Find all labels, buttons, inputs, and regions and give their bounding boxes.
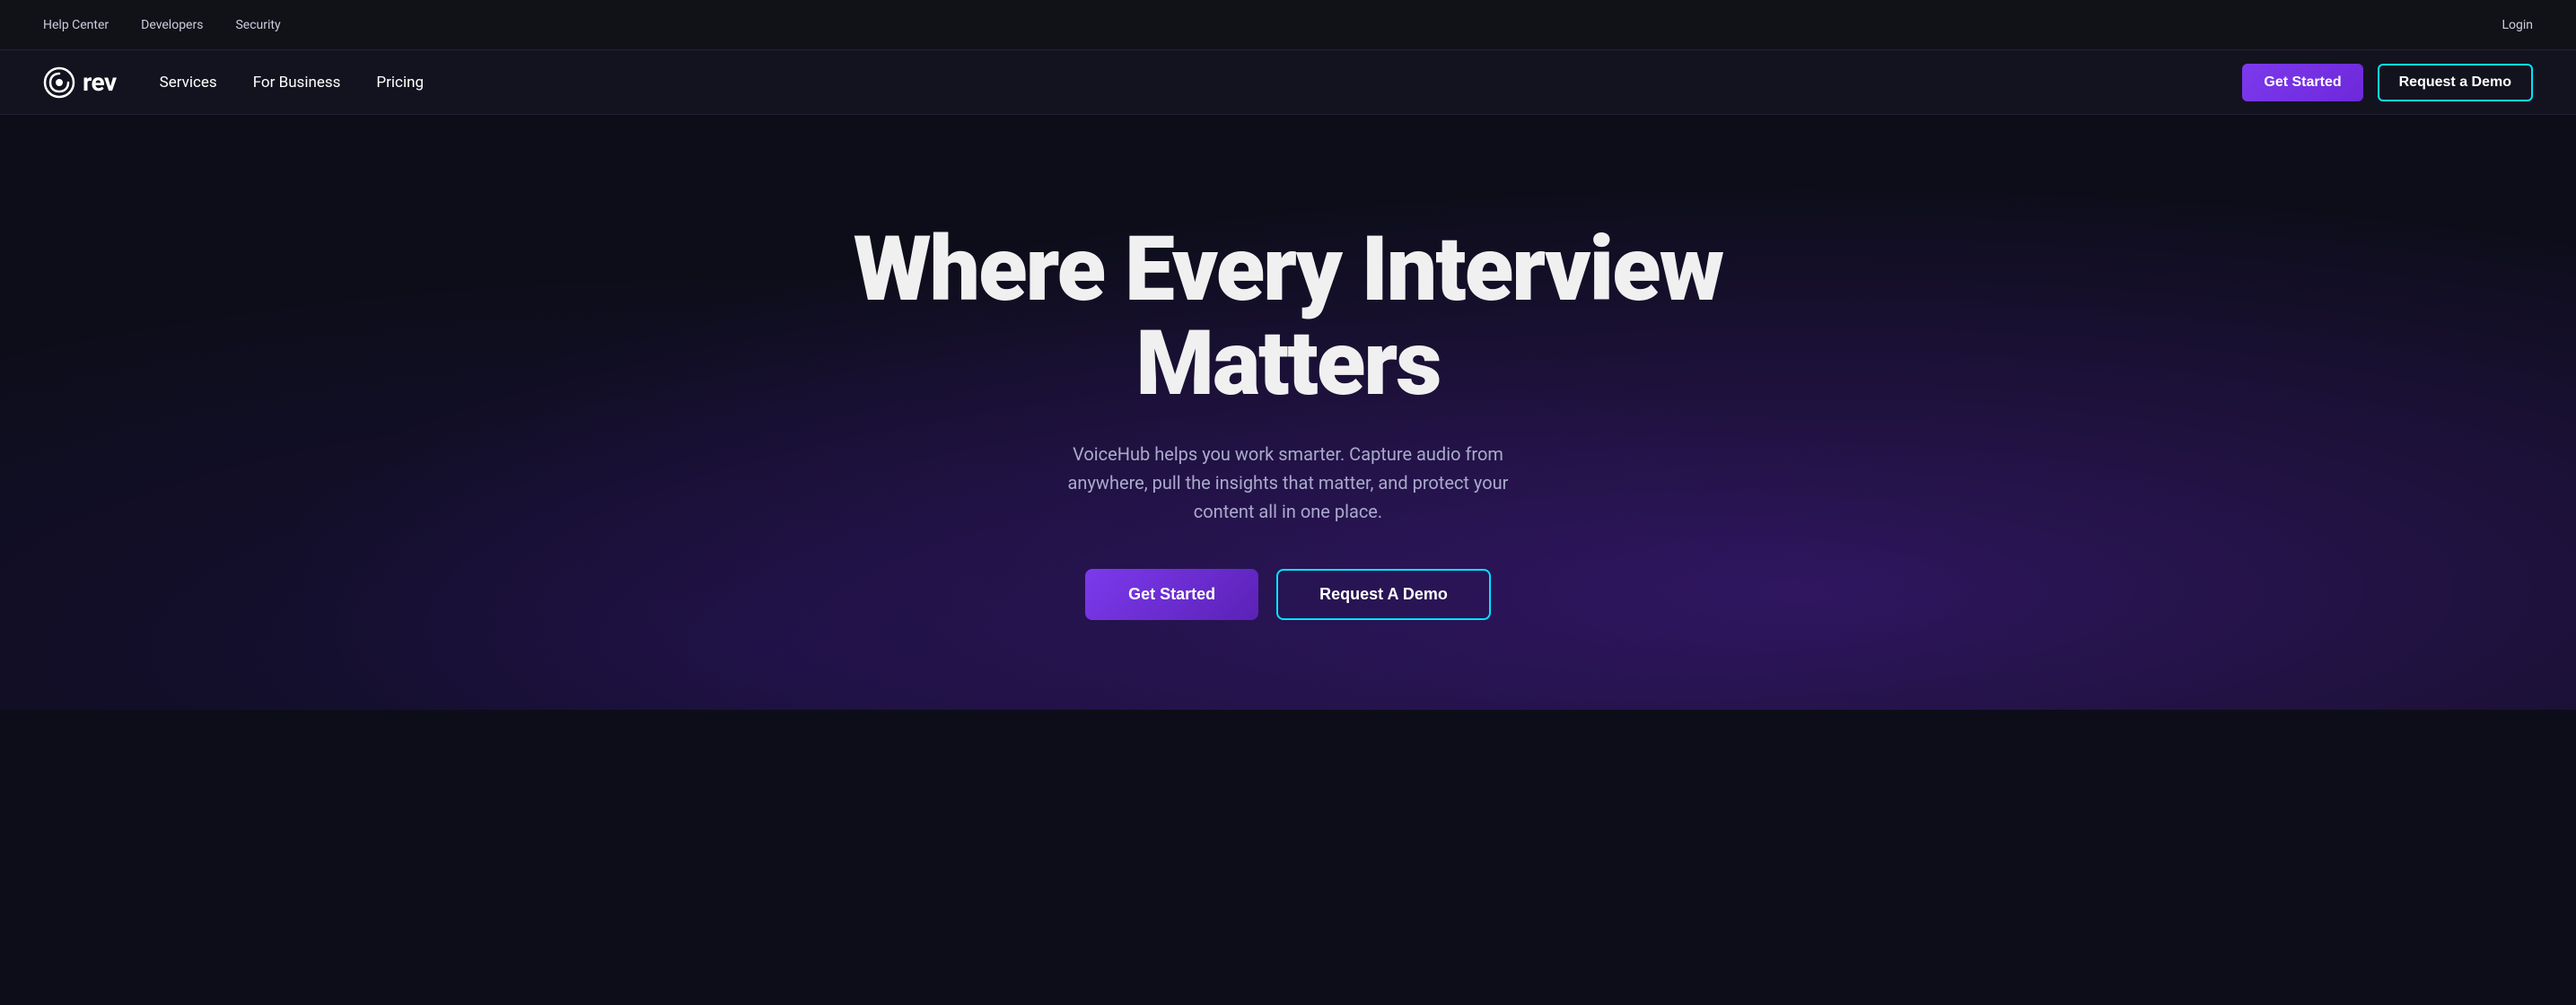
top-bar-right: Login [2502, 18, 2533, 32]
logo-text: rev [83, 67, 117, 97]
nav-for-business-link[interactable]: For Business [253, 74, 341, 92]
developers-link[interactable]: Developers [141, 18, 203, 32]
logo[interactable]: rev [43, 66, 117, 99]
hero-title: Where Every Interview Matters [749, 223, 1827, 411]
nav-pricing-link[interactable]: Pricing [376, 74, 424, 92]
nav-services-link[interactable]: Services [160, 74, 217, 92]
nav-links: Services For Business Pricing [160, 74, 424, 92]
top-bar: Help Center Developers Security Login [0, 0, 2576, 50]
hero-request-demo-button[interactable]: Request A Demo [1276, 569, 1491, 620]
hero-section: Where Every Interview Matters VoiceHub h… [0, 115, 2576, 710]
top-bar-links: Help Center Developers Security [43, 18, 281, 32]
login-link[interactable]: Login [2502, 18, 2533, 32]
help-center-link[interactable]: Help Center [43, 18, 109, 32]
security-link[interactable]: Security [235, 18, 280, 32]
nav-get-started-button[interactable]: Get Started [2242, 64, 2362, 101]
nav-request-demo-button[interactable]: Request a Demo [2378, 64, 2533, 101]
hero-buttons: Get Started Request A Demo [1085, 569, 1491, 620]
hero-get-started-button[interactable]: Get Started [1085, 569, 1258, 620]
main-nav: rev Services For Business Pricing Get St… [0, 50, 2576, 115]
nav-right: Get Started Request a Demo [2242, 64, 2533, 101]
rev-logo-icon [43, 66, 75, 99]
nav-left: rev Services For Business Pricing [43, 66, 424, 99]
hero-subtitle: VoiceHub helps you work smarter. Capture… [1046, 440, 1530, 526]
